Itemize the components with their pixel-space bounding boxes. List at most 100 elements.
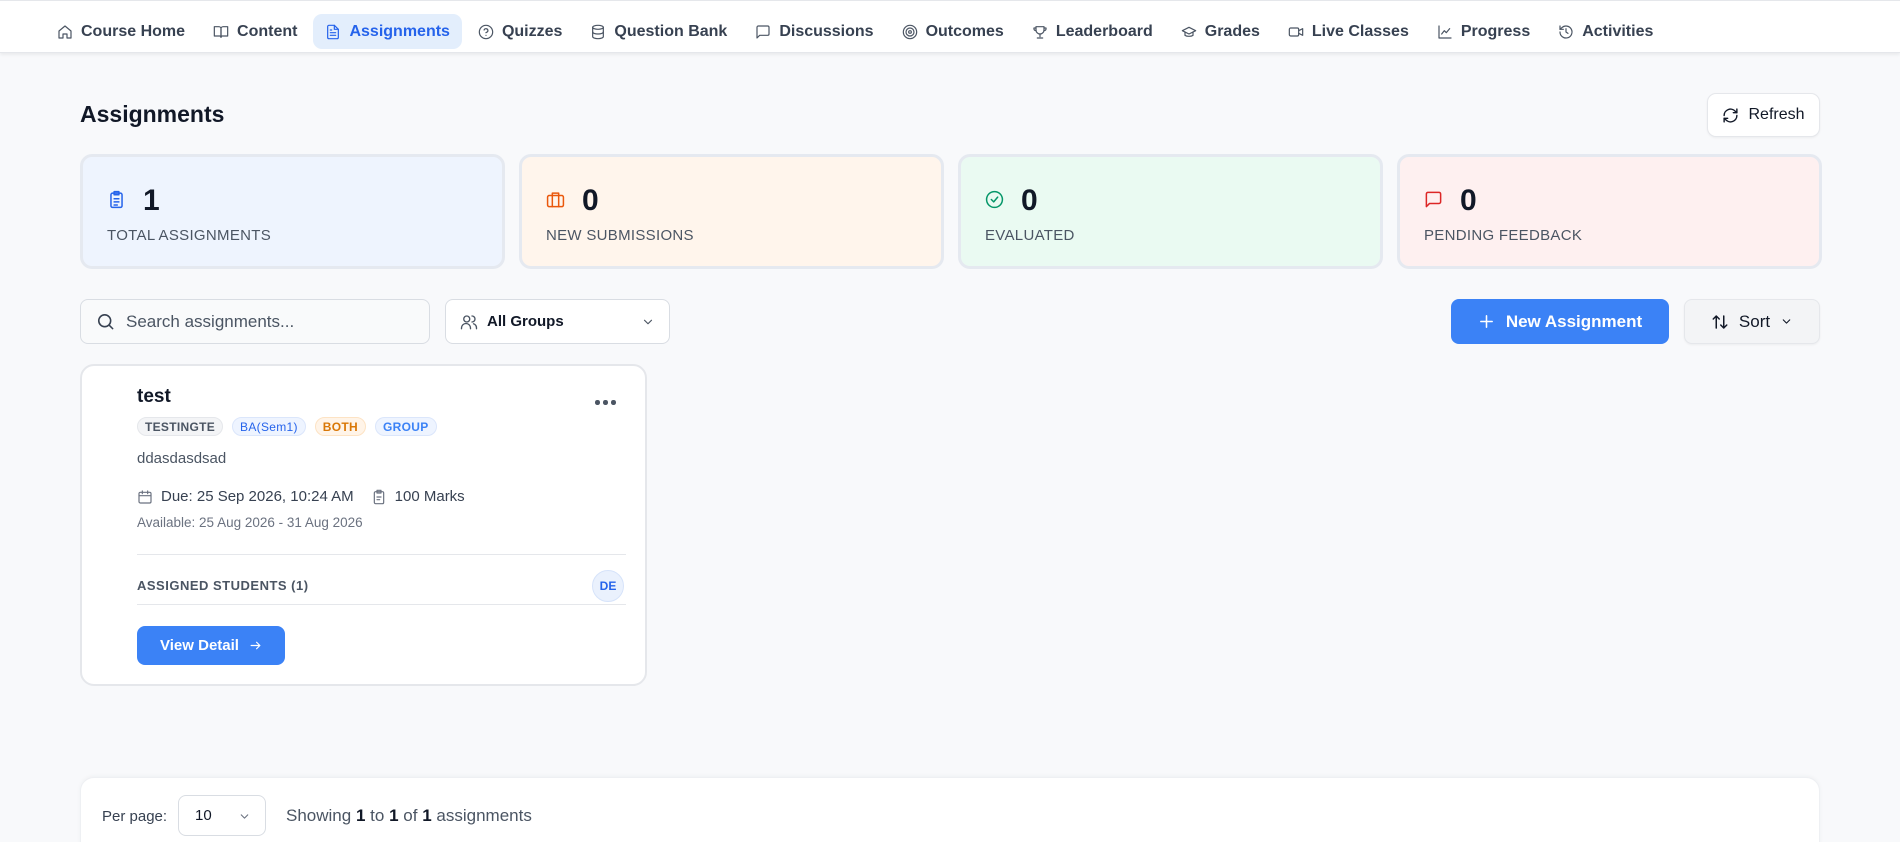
search-input[interactable] — [126, 311, 406, 332]
divider — [137, 604, 626, 605]
database-icon — [592, 24, 605, 39]
stat-card-new-submissions: 0 NEW SUBMISSIONS — [519, 154, 944, 269]
chevron-down-icon — [643, 319, 653, 325]
target-icon — [902, 24, 917, 39]
nav-item-label: Live Classes — [1311, 22, 1409, 40]
groups-filter-label: All Groups — [487, 313, 564, 330]
nav-quizzes[interactable]: Quizzes — [466, 14, 574, 49]
more-options-icon[interactable] — [595, 399, 617, 407]
course-nav-list: Course Home Content Assignments Quizzes … — [45, 14, 1665, 49]
graduation-cap-icon — [1181, 26, 1197, 37]
assigned-students-label: ASSIGNED STUDENTS (1) — [137, 578, 309, 593]
nav-item-label: Activities — [1582, 22, 1654, 40]
nav-item-label: Assignments — [349, 22, 450, 40]
pagination-bar: Per page: 10 Showing 1 to 1 of 1 assignm… — [80, 777, 1820, 842]
per-page-value: 10 — [195, 807, 212, 824]
menu-dot — [611, 400, 616, 405]
view-detail-label: View Detail — [160, 637, 239, 654]
message-square-icon — [756, 24, 770, 39]
briefcase-icon — [546, 190, 565, 209]
calendar-icon — [138, 489, 152, 504]
assignment-tags: TESTINGTE BA(Sem1) BOTH GROUP — [137, 417, 437, 436]
nav-item-label: Leaderboard — [1055, 22, 1153, 40]
check-circle-icon — [985, 190, 1004, 209]
briefcase-icon-svg — [546, 192, 565, 208]
availability-range: Available: 25 Aug 2026 - 31 Aug 2026 — [137, 515, 363, 530]
nav-grades[interactable]: Grades — [1169, 14, 1272, 49]
groups-filter-select[interactable]: All Groups — [445, 299, 670, 344]
book-icon — [213, 25, 229, 38]
clipboard-list-icon-svg — [110, 190, 123, 209]
stat-value: 1 — [143, 184, 160, 217]
menu-dot — [595, 400, 600, 405]
clipboard-list-icon — [107, 190, 126, 209]
assignment-marks: 100 Marks — [394, 488, 465, 505]
nav-item-label: Quizzes — [501, 22, 563, 40]
tag-mode: BOTH — [314, 417, 366, 436]
student-avatar[interactable]: DE — [592, 570, 624, 602]
tag-batch: BA(Sem1) — [232, 417, 306, 436]
nav-item-label: Content — [237, 22, 298, 40]
assignment-title: test — [137, 386, 171, 407]
nav-discussions[interactable]: Discussions — [743, 14, 885, 49]
stat-value: 0 — [1460, 184, 1477, 217]
showing-to-word: to — [370, 806, 385, 825]
file-text-icon — [327, 24, 340, 39]
stat-card-evaluated: 0 EVALUATED — [958, 154, 1383, 269]
refresh-button[interactable]: Refresh — [1707, 93, 1820, 137]
refresh-icon — [1723, 107, 1739, 123]
home-icon — [58, 24, 72, 39]
stat-card-pending-feedback: 0 PENDING FEEDBACK — [1397, 154, 1822, 269]
stat-value: 0 — [1021, 184, 1038, 217]
sort-button[interactable]: Sort — [1684, 299, 1820, 344]
nav-item-label: Course Home — [81, 22, 186, 40]
stat-label: TOTAL ASSIGNMENTS — [107, 227, 272, 244]
new-assignment-label: New Assignment — [1505, 311, 1643, 331]
arrow-right-icon — [250, 641, 261, 650]
sort-arrows-icon — [1712, 314, 1728, 329]
tag-course: TESTINGTE — [137, 417, 224, 436]
per-page-select[interactable]: 10 — [178, 795, 266, 836]
showing-prefix: Showing — [286, 806, 352, 825]
view-detail-button[interactable]: View Detail — [137, 626, 285, 665]
sort-label: Sort — [1738, 311, 1771, 331]
refresh-label: Refresh — [1748, 106, 1805, 123]
tag-type: GROUP — [375, 417, 437, 436]
message-square-icon — [1424, 190, 1443, 209]
page-title: Assignments — [80, 101, 225, 127]
clipboard-icon — [373, 489, 384, 504]
menu-dot — [603, 400, 608, 405]
nav-content[interactable]: Content — [201, 14, 309, 49]
new-assignment-button[interactable]: New Assignment — [1451, 299, 1669, 344]
course-nav-bar: Course Home Content Assignments Quizzes … — [0, 0, 1900, 53]
users-icon — [460, 314, 478, 329]
showing-of-word: of — [403, 806, 418, 825]
assignment-meta: Due: 25 Sep 2026, 10:24 AM 100 Marks — [137, 488, 465, 505]
nav-item-label: Question Bank — [614, 22, 728, 40]
chevron-down-icon — [1782, 319, 1791, 324]
nav-leaderboard[interactable]: Leaderboard — [1020, 14, 1165, 49]
nav-progress[interactable]: Progress — [1425, 14, 1542, 49]
nav-question-bank[interactable]: Question Bank — [578, 14, 739, 49]
per-page-label: Per page: — [102, 808, 168, 825]
search-icon — [97, 313, 114, 330]
plus-icon — [1479, 315, 1493, 328]
nav-assignments[interactable]: Assignments — [313, 14, 462, 49]
stat-label: EVALUATED — [985, 227, 1075, 244]
assignment-card: test TESTINGTE BA(Sem1) BOTH GROUP ddasd… — [80, 364, 647, 686]
help-circle-icon — [478, 24, 494, 39]
video-icon — [1288, 26, 1304, 37]
showing-suffix: assignments — [436, 806, 532, 825]
search-box — [80, 299, 430, 344]
nav-live-classes[interactable]: Live Classes — [1276, 14, 1421, 49]
showing-total: 1 — [422, 806, 432, 825]
nav-activities[interactable]: Activities — [1546, 14, 1665, 49]
nav-outcomes[interactable]: Outcomes — [890, 14, 1016, 49]
trophy-icon — [1033, 25, 1047, 39]
line-chart-icon — [1438, 24, 1452, 39]
chevron-down-icon — [240, 814, 249, 819]
showing-to: 1 — [389, 806, 399, 825]
stat-label: PENDING FEEDBACK — [1424, 227, 1583, 244]
stat-card-total-assignments: 1 TOTAL ASSIGNMENTS — [80, 154, 505, 269]
nav-course-home[interactable]: Course Home — [45, 14, 197, 49]
